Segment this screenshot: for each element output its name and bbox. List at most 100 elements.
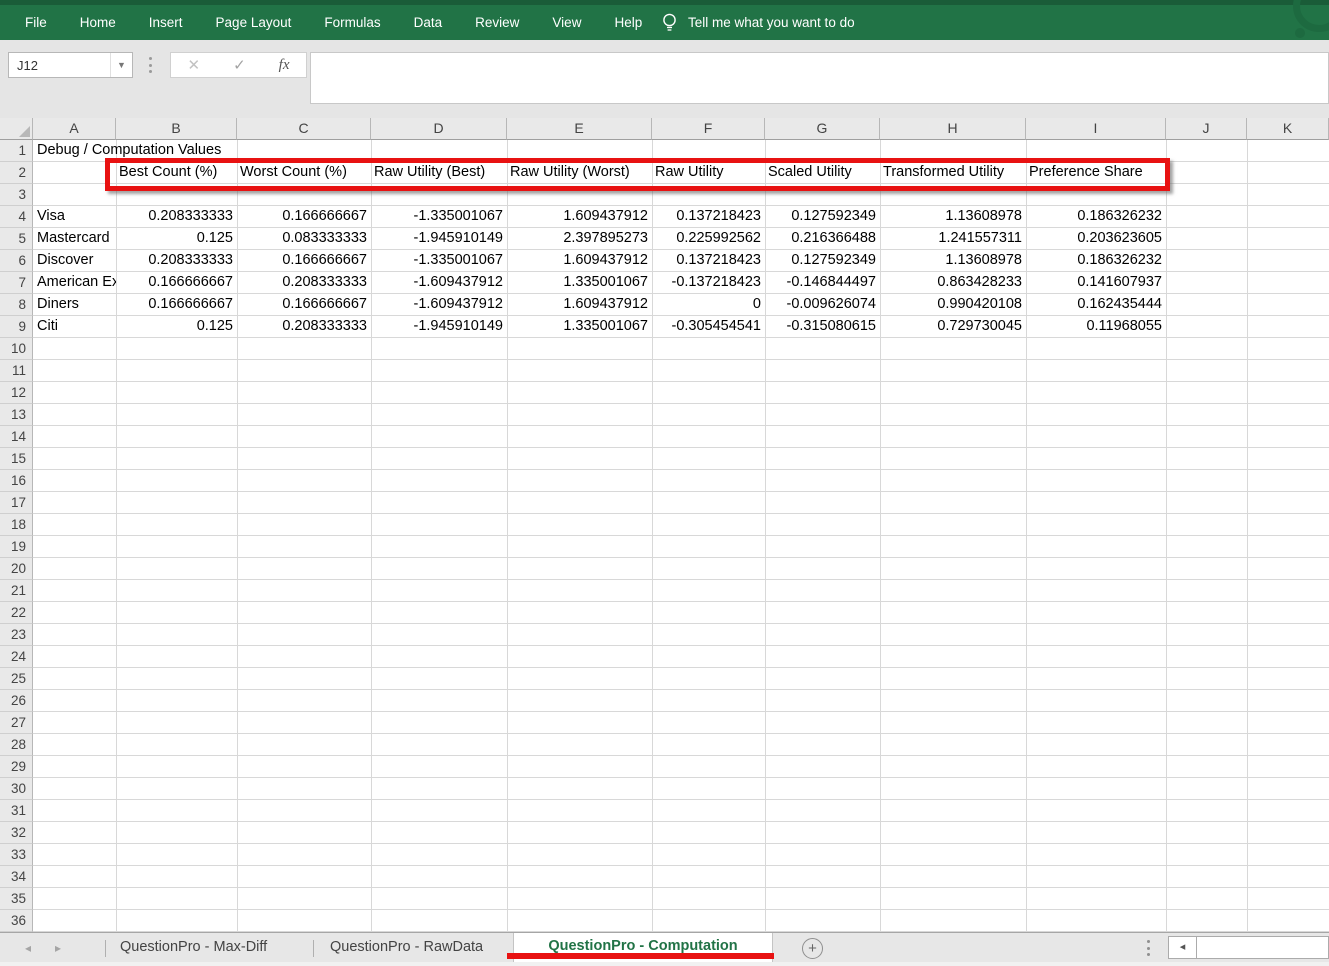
- row-header-36[interactable]: 36: [0, 910, 33, 932]
- enter-icon[interactable]: ✓: [233, 56, 246, 74]
- scrollbar-track[interactable]: [1197, 936, 1329, 959]
- cell-label-A8[interactable]: Diners: [33, 294, 116, 316]
- cell-header-I2[interactable]: Preference Share: [1026, 162, 1166, 184]
- cell-header-E2[interactable]: Raw Utility (Worst): [507, 162, 652, 184]
- cell-C4[interactable]: 0.166666667: [237, 206, 371, 228]
- ribbon-tab-page-layout[interactable]: Page Layout: [216, 15, 292, 30]
- cell-H6[interactable]: 1.13608978: [880, 250, 1026, 272]
- cell-E5[interactable]: 2.397895273: [507, 228, 652, 250]
- row-header-26[interactable]: 26: [0, 690, 33, 712]
- row-header-17[interactable]: 17: [0, 492, 33, 514]
- ribbon-tab-data[interactable]: Data: [414, 15, 443, 30]
- cell-header-D2[interactable]: Raw Utility (Best): [371, 162, 507, 184]
- cell-label-A5[interactable]: Mastercard: [33, 228, 116, 250]
- column-header-J[interactable]: J: [1166, 118, 1247, 140]
- cell-label-A9[interactable]: Citi: [33, 316, 116, 338]
- sheet-tab-rawdata[interactable]: QuestionPro - RawData: [330, 933, 483, 963]
- cell-G7[interactable]: -0.146844497: [765, 272, 880, 294]
- ribbon-tab-file[interactable]: File: [25, 15, 47, 30]
- name-box[interactable]: J12 ▼: [8, 52, 133, 78]
- cell-B9[interactable]: 0.125: [116, 316, 237, 338]
- row-header-12[interactable]: 12: [0, 382, 33, 404]
- cell-C8[interactable]: 0.166666667: [237, 294, 371, 316]
- column-header-D[interactable]: D: [371, 118, 507, 140]
- sheet-tab-computation-active[interactable]: QuestionPro - Computation: [513, 933, 773, 963]
- ribbon-tab-review[interactable]: Review: [475, 15, 519, 30]
- cell-H8[interactable]: 0.990420108: [880, 294, 1026, 316]
- cell-I4[interactable]: 0.186326232: [1026, 206, 1166, 228]
- row-header-35[interactable]: 35: [0, 888, 33, 910]
- column-header-C[interactable]: C: [237, 118, 371, 140]
- cell-E9[interactable]: 1.335001067: [507, 316, 652, 338]
- cell-header-H2[interactable]: Transformed Utility: [880, 162, 1026, 184]
- cell-B4[interactable]: 0.208333333: [116, 206, 237, 228]
- cell-D8[interactable]: -1.609437912: [371, 294, 507, 316]
- formula-bar-input[interactable]: [310, 52, 1329, 104]
- row-header-7[interactable]: 7: [0, 272, 33, 294]
- row-header-27[interactable]: 27: [0, 712, 33, 734]
- row-header-21[interactable]: 21: [0, 580, 33, 602]
- tell-me-box[interactable]: Tell me what you want to do: [662, 5, 855, 40]
- cell-label-A7[interactable]: American Express: [33, 272, 116, 294]
- select-all-corner[interactable]: [0, 118, 33, 140]
- column-header-H[interactable]: H: [880, 118, 1026, 140]
- cell-title-A1[interactable]: Debug / Computation Values: [33, 140, 453, 162]
- row-header-5[interactable]: 5: [0, 228, 33, 250]
- cell-E4[interactable]: 1.609437912: [507, 206, 652, 228]
- cell-header-B2[interactable]: Best Count (%): [116, 162, 237, 184]
- cell-G5[interactable]: 0.216366488: [765, 228, 880, 250]
- cell-H7[interactable]: 0.863428233: [880, 272, 1026, 294]
- cell-label-A6[interactable]: Discover: [33, 250, 116, 272]
- cell-E7[interactable]: 1.335001067: [507, 272, 652, 294]
- cell-D4[interactable]: -1.335001067: [371, 206, 507, 228]
- cell-F7[interactable]: -0.137218423: [652, 272, 765, 294]
- row-header-15[interactable]: 15: [0, 448, 33, 470]
- ribbon-tab-help[interactable]: Help: [614, 15, 642, 30]
- cell-I9[interactable]: 0.11968055: [1026, 316, 1166, 338]
- column-header-G[interactable]: G: [765, 118, 880, 140]
- row-header-13[interactable]: 13: [0, 404, 33, 426]
- cell-C9[interactable]: 0.208333333: [237, 316, 371, 338]
- ribbon-tab-view[interactable]: View: [552, 15, 581, 30]
- cell-F6[interactable]: 0.137218423: [652, 250, 765, 272]
- row-header-8[interactable]: 8: [0, 294, 33, 316]
- cell-C7[interactable]: 0.208333333: [237, 272, 371, 294]
- cell-I6[interactable]: 0.186326232: [1026, 250, 1166, 272]
- cell-D5[interactable]: -1.945910149: [371, 228, 507, 250]
- row-header-16[interactable]: 16: [0, 470, 33, 492]
- row-header-33[interactable]: 33: [0, 844, 33, 866]
- cell-header-G2[interactable]: Scaled Utility: [765, 162, 880, 184]
- row-header-30[interactable]: 30: [0, 778, 33, 800]
- cell-header-C2[interactable]: Worst Count (%): [237, 162, 371, 184]
- sheet-tab-maxdiff[interactable]: QuestionPro - Max-Diff: [120, 933, 267, 963]
- cell-header-F2[interactable]: Raw Utility: [652, 162, 765, 184]
- row-header-11[interactable]: 11: [0, 360, 33, 382]
- row-header-25[interactable]: 25: [0, 668, 33, 690]
- ribbon-tab-formulas[interactable]: Formulas: [324, 15, 380, 30]
- cell-H5[interactable]: 1.241557311: [880, 228, 1026, 250]
- column-header-K[interactable]: K: [1247, 118, 1329, 140]
- cancel-icon[interactable]: ✕: [188, 56, 201, 74]
- ribbon-tab-home[interactable]: Home: [80, 15, 116, 30]
- column-header-F[interactable]: F: [652, 118, 765, 140]
- cell-B6[interactable]: 0.208333333: [116, 250, 237, 272]
- row-header-20[interactable]: 20: [0, 558, 33, 580]
- cell-I5[interactable]: 0.203623605: [1026, 228, 1166, 250]
- toolbar-drag-handle[interactable]: [149, 57, 153, 73]
- cell-G9[interactable]: -0.315080615: [765, 316, 880, 338]
- cell-B8[interactable]: 0.166666667: [116, 294, 237, 316]
- row-header-2[interactable]: 2: [0, 162, 33, 184]
- cell-C5[interactable]: 0.083333333: [237, 228, 371, 250]
- insert-function-icon[interactable]: fx: [279, 57, 290, 74]
- cell-E6[interactable]: 1.609437912: [507, 250, 652, 272]
- row-header-29[interactable]: 29: [0, 756, 33, 778]
- row-header-18[interactable]: 18: [0, 514, 33, 536]
- column-header-B[interactable]: B: [116, 118, 237, 140]
- column-header-I[interactable]: I: [1026, 118, 1166, 140]
- cell-F8[interactable]: 0: [652, 294, 765, 316]
- row-header-28[interactable]: 28: [0, 734, 33, 756]
- row-header-34[interactable]: 34: [0, 866, 33, 888]
- add-sheet-button[interactable]: +: [802, 938, 823, 959]
- row-header-3[interactable]: 3: [0, 184, 33, 206]
- row-header-6[interactable]: 6: [0, 250, 33, 272]
